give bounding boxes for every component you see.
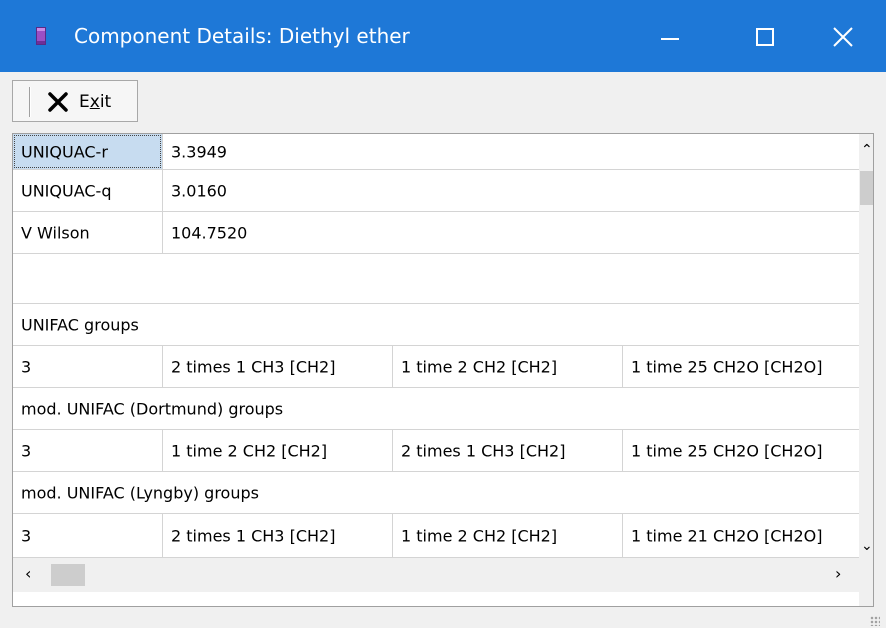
app-icon [36,27,46,45]
vertical-scroll-thumb[interactable] [860,171,873,205]
grid-cell[interactable]: 2 times 1 CH3 [CH2] [163,346,393,388]
table-row: 3 2 times 1 CH3 [CH2] 1 time 2 CH2 [CH2]… [13,514,859,558]
grid-cell[interactable]: 3 [13,430,163,472]
grid-cell[interactable] [13,254,859,304]
grid-cell[interactable]: 104.7520 [163,212,859,254]
grid-section-header[interactable]: UNIFAC groups [13,304,859,346]
minimize-icon [661,38,679,40]
table-row: UNIQUAC-r 3.3949 [13,134,859,170]
exit-label-accelerator: x [89,92,100,112]
component-details-window: Component Details: Diethyl ether Exit UN… [0,0,886,628]
table-row: V Wilson 104.7520 [13,212,859,254]
grid-section-header[interactable]: mod. UNIFAC (Lyngby) groups [13,472,859,514]
exit-button[interactable]: Exit [12,80,138,122]
table-row [13,254,859,304]
chevron-up-icon[interactable]: ⌃ [861,142,873,158]
horizontal-scroll-thumb[interactable] [51,564,85,586]
grid-cell[interactable]: 3 [13,346,163,388]
grid-cell[interactable]: 1 time 25 CH2O [CH2O] [623,430,859,472]
resize-grip-icon[interactable] [870,616,880,626]
details-grid[interactable]: UNIQUAC-r 3.3949 UNIQUAC-q 3.0160 V Wils… [12,133,874,607]
window-title: Component Details: Diethyl ether [74,24,410,48]
title-bar[interactable]: Component Details: Diethyl ether [0,0,886,72]
table-row: mod. UNIFAC (Dortmund) groups [13,388,859,430]
table-row: UNIFAC groups [13,304,859,346]
grid-cell[interactable]: 2 times 1 CH3 [CH2] [163,514,393,558]
minimize-button[interactable] [622,0,718,72]
grid-section-header[interactable]: mod. UNIFAC (Dortmund) groups [13,388,859,430]
table-row: UNIQUAC-q 3.0160 [13,170,859,212]
grid-cell[interactable]: 1 time 25 CH2O [CH2O] [623,346,859,388]
exit-label-post: it [99,92,112,112]
grid-cell[interactable]: 2 times 1 CH3 [CH2] [393,430,623,472]
grid-cell[interactable]: 1 time 2 CH2 [CH2] [393,514,623,558]
toolbar-separator [29,87,31,117]
status-bar [0,610,886,628]
maximize-icon [756,28,774,46]
grid-cell[interactable]: 1 time 21 CH2O [CH2O] [623,514,859,558]
scrollbar-corner [859,558,873,606]
close-icon [833,27,853,47]
chevron-down-icon[interactable]: ⌄ [861,538,873,554]
toolbar: Exit [0,72,886,130]
grid-cell[interactable]: UNIQUAC-q [13,170,163,212]
grid-cell[interactable]: 3.0160 [163,170,859,212]
grid-cell[interactable]: UNIQUAC-r [13,134,163,170]
horizontal-scrollbar[interactable]: ‹ › [13,558,859,592]
grid-cell[interactable]: 3 [13,514,163,558]
table-row: 3 2 times 1 CH3 [CH2] 1 time 2 CH2 [CH2]… [13,346,859,388]
grid-cell[interactable]: 1 time 2 CH2 [CH2] [163,430,393,472]
x-icon [48,92,68,112]
grid-cell[interactable]: V Wilson [13,212,163,254]
table-row: mod. UNIFAC (Lyngby) groups [13,472,859,514]
chevron-left-icon[interactable]: ‹ [25,564,31,583]
grid-cell[interactable]: 3.3949 [163,134,859,170]
table-row: 3 1 time 2 CH2 [CH2] 2 times 1 CH3 [CH2]… [13,430,859,472]
close-button[interactable] [800,0,886,72]
vertical-scrollbar[interactable]: ⌃ ⌄ [859,134,873,558]
grid-cell[interactable]: 1 time 2 CH2 [CH2] [393,346,623,388]
chevron-right-icon[interactable]: › [835,564,841,583]
exit-label-pre: E [79,92,90,112]
exit-label: Exit [79,91,111,113]
